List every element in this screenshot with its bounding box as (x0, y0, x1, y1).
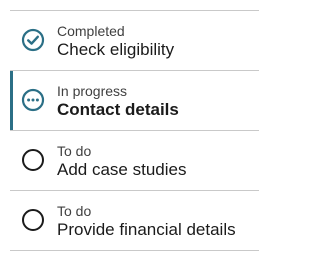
empty-circle-icon (21, 208, 45, 232)
step-status: In progress (57, 83, 128, 99)
step-status: To do (57, 143, 92, 159)
step-title: Contact details (57, 100, 179, 119)
task-step-list: Completed Check eligibility In progress … (0, 0, 260, 258)
step-add-case-studies[interactable]: To do Add case studies (10, 130, 259, 190)
step-contact-details[interactable]: In progress Contact details (10, 70, 259, 130)
empty-circle-icon (21, 148, 45, 172)
step-title: Check eligibility (57, 40, 175, 59)
step-title: Add case studies (57, 160, 187, 179)
step-text: Completed Check eligibility (57, 23, 255, 60)
ellipsis-circle-icon (21, 88, 45, 112)
step-status: Completed (57, 23, 125, 39)
step-title: Provide financial details (57, 220, 236, 239)
step-text: To do Add case studies (57, 143, 255, 180)
step-text: To do Provide financial details (57, 203, 255, 240)
step-text: In progress Contact details (57, 83, 255, 120)
step-provide-financial-details[interactable]: To do Provide financial details (10, 190, 259, 251)
step-status: To do (57, 203, 92, 219)
step-check-eligibility[interactable]: Completed Check eligibility (10, 10, 259, 70)
check-circle-icon (21, 28, 45, 52)
